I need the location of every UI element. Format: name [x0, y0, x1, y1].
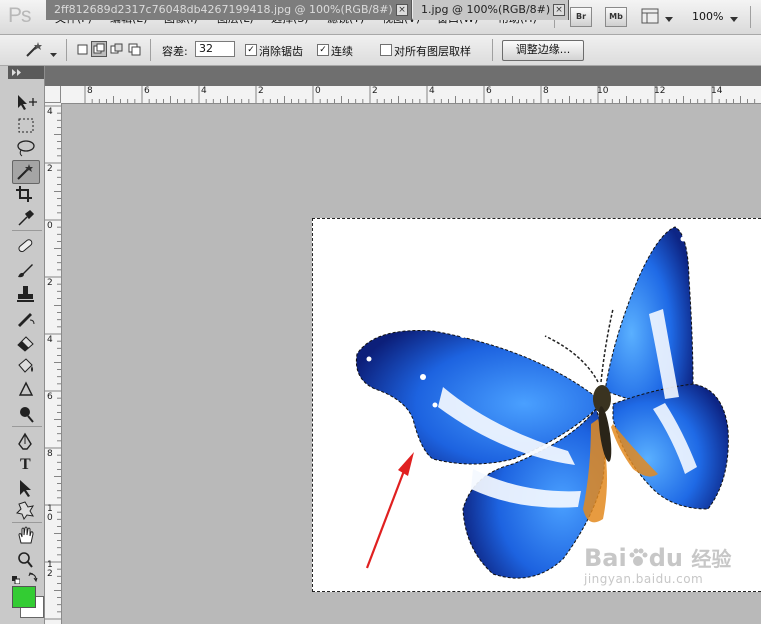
ruler-tick-label: 2: [258, 86, 264, 96]
document-tab-bar: [0, 66, 761, 86]
eyedropper-icon[interactable]: [14, 208, 42, 228]
photoshop-logo: Ps: [8, 4, 31, 27]
eraser-icon[interactable]: [14, 332, 42, 352]
intersect-selection-icon[interactable]: [127, 42, 142, 57]
hand-icon[interactable]: [14, 526, 42, 546]
subtract-selection-icon[interactable]: [109, 42, 124, 57]
ruler-tick-label: 4: [201, 86, 207, 96]
view-extras-icon[interactable]: [641, 8, 663, 25]
new-selection-icon[interactable]: [75, 42, 90, 57]
pen-icon[interactable]: [14, 432, 42, 452]
add-selection-icon[interactable]: [91, 41, 107, 57]
tab-title: 2ff812689d2317c76048db4267199418.jpg @ 1…: [54, 3, 393, 16]
close-icon[interactable]: ×: [553, 4, 565, 16]
marquee-icon[interactable]: [14, 116, 42, 136]
bucket-icon[interactable]: [14, 356, 42, 376]
toolbox-header[interactable]: [8, 66, 44, 79]
chevron-down-icon[interactable]: [665, 13, 673, 26]
healing-icon[interactable]: [14, 236, 42, 256]
chevron-down-icon[interactable]: [50, 48, 57, 61]
ruler-tick-label: 8: [87, 86, 93, 96]
watermark-brand: Bai: [584, 544, 627, 572]
menu-divider: [750, 6, 751, 28]
toolbox-divider: [12, 426, 42, 427]
ruler-tick-label: 6: [47, 392, 53, 402]
lasso-icon[interactable]: [14, 138, 42, 158]
dodge-icon[interactable]: [14, 404, 42, 424]
blur-icon[interactable]: [14, 380, 42, 400]
ruler-tick-label: 0: [47, 221, 53, 231]
swap-colors-icon[interactable]: [28, 572, 38, 583]
tab-document-1[interactable]: 2ff812689d2317c76048db4267199418.jpg @ 1…: [46, 0, 412, 20]
annotation-arrow: [365, 452, 414, 569]
watermark-brand-2: du: [648, 544, 683, 572]
option-divider: [492, 39, 493, 61]
ruler-tick-label: 4: [47, 335, 53, 345]
shape-icon[interactable]: [14, 500, 42, 521]
tab-document-2[interactable]: 1.jpg @ 100%(RGB/8#) ×: [413, 0, 569, 20]
tolerance-input[interactable]: 32: [195, 41, 235, 57]
horizontal-ruler[interactable]: 8 6 4 2 0 2 4 6 8 10 12 14: [61, 86, 761, 104]
stamp-icon[interactable]: [14, 284, 42, 304]
ruler-tick-label: 0: [315, 86, 321, 96]
crop-icon[interactable]: [14, 184, 42, 204]
option-divider: [150, 39, 151, 61]
ruler-tick-label: 2: [372, 86, 378, 96]
close-icon[interactable]: ×: [396, 4, 408, 16]
path-select-icon[interactable]: [14, 478, 42, 498]
ruler-tick-label: 4: [429, 86, 435, 96]
ruler-tick-label: 14: [711, 86, 723, 96]
ruler-tick-label: 8: [543, 86, 549, 96]
zoom-level[interactable]: 100%: [692, 10, 723, 23]
foreground-color-swatch[interactable]: [12, 586, 36, 608]
history-brush-icon[interactable]: [14, 308, 42, 328]
tab-title: 1.jpg @ 100%(RGB/8#): [421, 3, 551, 16]
watermark-cn: 经验: [691, 547, 732, 571]
toolbox-divider: [12, 230, 42, 231]
option-divider: [66, 39, 67, 61]
watermark-url: jingyan.baidu.com: [584, 572, 704, 586]
baidu-watermark: Bai du 经验 jingyan.baidu.com: [584, 545, 731, 586]
ruler-tick-label: 2: [47, 164, 53, 174]
ruler-tick-label: 6: [144, 86, 150, 96]
default-colors-icon[interactable]: [12, 574, 21, 585]
ruler-tick-label: 1 0: [47, 504, 53, 523]
type-icon[interactable]: T: [14, 454, 48, 476]
bridge-button[interactable]: Br: [570, 7, 592, 27]
ruler-corner: [45, 86, 61, 103]
mini-bridge-button[interactable]: Mb: [605, 7, 627, 27]
magic-wand-icon[interactable]: [12, 160, 40, 184]
ruler-tick-label: 10: [597, 86, 609, 96]
sample-all-layers-checkbox[interactable]: [380, 44, 392, 56]
ruler-tick-label: 6: [486, 86, 492, 96]
tools-container: T: [8, 80, 44, 624]
brush-icon[interactable]: [14, 260, 42, 280]
move-icon[interactable]: [14, 92, 42, 112]
antialias-label: 消除锯齿: [259, 45, 303, 58]
ruler-tick-label: 8: [47, 449, 53, 459]
ruler-tick-label: 1 2: [47, 560, 53, 579]
refine-edge-button[interactable]: 调整边缘...: [502, 40, 584, 61]
chevron-down-icon[interactable]: [730, 13, 738, 26]
paw-icon: [629, 548, 648, 566]
contiguous-checkbox[interactable]: ✓: [317, 44, 329, 56]
tolerance-label: 容差:: [162, 45, 188, 58]
ruler-tick-label: 12: [654, 86, 666, 96]
contiguous-label: 连续: [331, 45, 353, 58]
zoom-icon[interactable]: [14, 550, 42, 570]
vertical-ruler[interactable]: 4 2 0 2 4 6 8 1 0 1 2: [45, 103, 62, 624]
ruler-tick-label: 2: [47, 278, 53, 288]
sample-all-layers-label: 对所有图层取样: [394, 45, 471, 58]
toolbox-divider: [12, 522, 42, 523]
antialias-checkbox[interactable]: ✓: [245, 44, 257, 56]
magic-wand-preset-icon[interactable]: [22, 40, 46, 60]
ruler-tick-label: 4: [47, 107, 53, 117]
